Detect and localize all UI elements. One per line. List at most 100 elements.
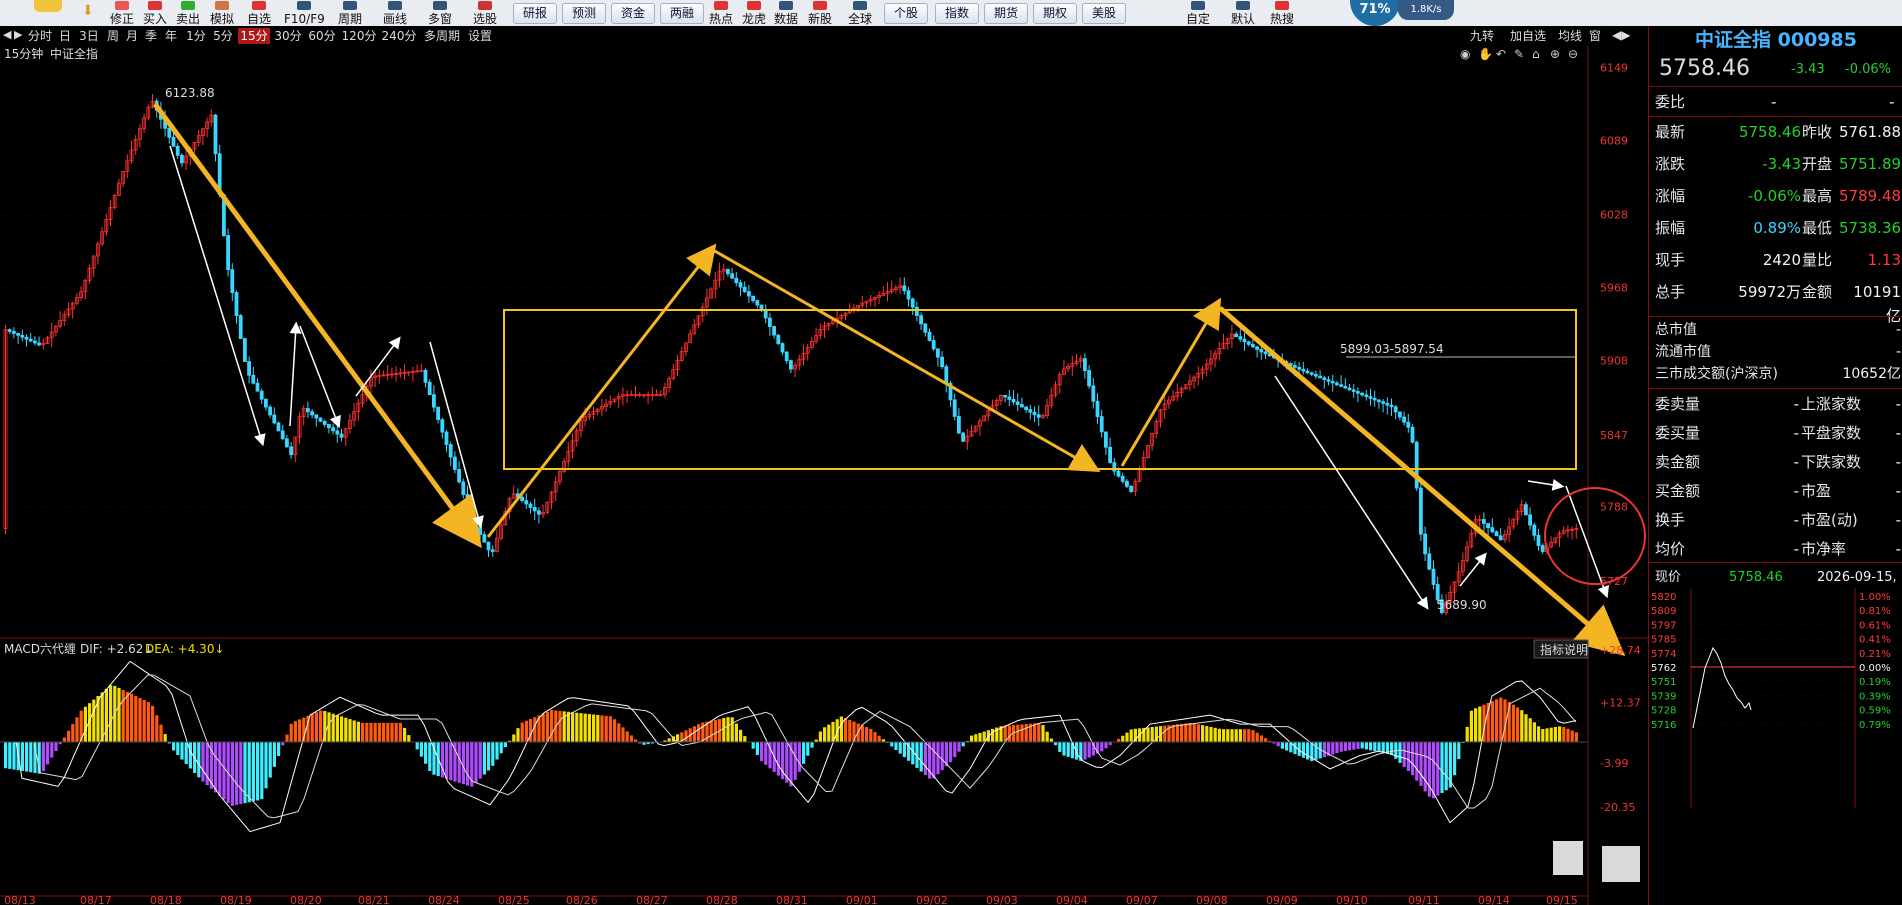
toolbar-item-label: 全球	[847, 12, 872, 26]
period-tab-1[interactable]: 日	[56, 28, 74, 44]
period-tab-11[interactable]: 60分	[306, 28, 338, 44]
period-tab-15[interactable]: 设置	[464, 28, 496, 44]
macd-bar	[894, 742, 898, 751]
macd-bar	[1537, 726, 1541, 742]
toolbar-button-4[interactable]: 个股	[884, 3, 928, 24]
home-icon[interactable]	[34, 0, 62, 12]
kline-chart[interactable]: 15分钟 中证全指 6123.88 5689.90 5899.03-5897.5…	[0, 46, 1648, 905]
close-panel-icon[interactable]: ◀▶	[1612, 28, 1630, 42]
macd-bar	[83, 706, 87, 742]
candle-body	[1024, 406, 1028, 411]
candle-body	[910, 298, 915, 308]
macd-bar	[365, 722, 369, 742]
macd-bar	[1364, 742, 1368, 750]
period-tab-0[interactable]: 分时	[25, 28, 55, 44]
macd-bar	[1301, 742, 1305, 758]
period-tab-14[interactable]: 多周期	[420, 28, 464, 44]
toolbar-item-label: 多窗	[427, 12, 452, 26]
candle-body	[175, 145, 180, 156]
macd-bar	[1444, 742, 1448, 791]
candle-body	[1314, 374, 1318, 377]
period-tab-7[interactable]: 1分	[183, 28, 209, 44]
candle-body	[310, 411, 315, 416]
macd-bar	[739, 729, 743, 742]
candle-body	[1099, 416, 1104, 433]
macd-bar	[890, 742, 894, 747]
toolbar-button-1[interactable]: 预测	[562, 3, 606, 24]
quote-label: 涨跌	[1655, 155, 1686, 173]
period-tab-4[interactable]: 月	[123, 28, 141, 44]
toolbar-button-6[interactable]: 期货	[984, 3, 1028, 24]
macd-bar	[130, 694, 134, 742]
macd-bar	[428, 742, 432, 771]
toolbar-button-3[interactable]: 两融	[660, 3, 704, 24]
stat-value: -	[1895, 424, 1901, 442]
period-tab-8[interactable]: 5分	[210, 28, 236, 44]
period-tab-9[interactable]: 15分	[238, 28, 270, 44]
macd-bar	[1474, 708, 1478, 742]
macd-bar	[310, 714, 314, 742]
period-tool-3[interactable]: 窗	[1589, 28, 1601, 44]
toolbar-button-7[interactable]: 期权	[1033, 3, 1077, 24]
date-axis-tick: 08/26	[566, 894, 598, 905]
toolbar-item-4[interactable]: 自选	[239, 1, 279, 26]
toolbar-item-label: 自选	[246, 12, 271, 26]
macd-bar	[487, 742, 491, 771]
candle-body	[1486, 523, 1490, 529]
candle-body	[747, 291, 751, 297]
period-tab-6[interactable]: 年	[161, 28, 181, 44]
macd-bar	[545, 711, 549, 742]
period-label: 15分钟	[4, 46, 43, 61]
macd-bar	[583, 713, 587, 742]
price-axis-tick: 6089	[1600, 134, 1628, 147]
macd-bar	[709, 720, 713, 742]
period-tool-1[interactable]: 加自选	[1510, 28, 1546, 44]
toolbar-item-6[interactable]: 周期	[330, 1, 370, 26]
period-tab-10[interactable]: 30分	[272, 28, 304, 44]
candle-body	[1263, 351, 1268, 355]
toolbar-item-16[interactable]: 默认	[1223, 1, 1263, 26]
toolbar-button-8[interactable]: 美股	[1082, 3, 1126, 24]
toolbar-item-13[interactable]: 新股	[800, 1, 840, 26]
macd-bar	[1163, 725, 1167, 742]
date-axis-tick: 08/18	[150, 894, 182, 905]
candle-body	[906, 290, 911, 300]
period-tool-0[interactable]: 九转	[1470, 28, 1494, 44]
quote-label: 总手	[1655, 283, 1686, 301]
date-axis-tick: 08/25	[498, 894, 530, 905]
candle-body	[1343, 385, 1348, 389]
toolbar-button-2[interactable]: 资金	[611, 3, 655, 24]
mini-intraday-chart[interactable]: 5820 1.00% 5809 0.81% 5797 0.61% 5785 0.41% 5774…	[1649, 588, 1902, 808]
period-tab-12[interactable]: 120分	[340, 28, 378, 44]
candle-body	[742, 286, 747, 293]
next-arrow-icon[interactable]: ▶	[14, 28, 22, 41]
macd-bar	[180, 742, 184, 760]
period-tool-2[interactable]: 均线	[1558, 28, 1582, 44]
candle-body	[1301, 368, 1306, 372]
macd-bar	[222, 742, 226, 800]
candle-body	[238, 315, 243, 339]
back-arrow-icon[interactable]: ⬇	[82, 4, 96, 18]
candle-body	[1246, 341, 1251, 345]
stat-label: 下跌家数	[1801, 453, 1862, 471]
toolbar-button-5[interactable]: 指数	[935, 3, 979, 24]
macd-bar	[319, 710, 323, 742]
period-tab-13[interactable]: 240分	[380, 28, 418, 44]
period-tab-2[interactable]: 3日	[75, 28, 103, 44]
macd-bar	[902, 742, 906, 758]
toolbar-item-14[interactable]: 全球	[840, 1, 880, 26]
toolbar-item-15[interactable]: 自定	[1178, 1, 1218, 26]
toolbar-item-7[interactable]: 画线	[375, 1, 415, 26]
toolbar-item-17[interactable]: 热搜	[1262, 1, 1302, 26]
toolbar-item-8[interactable]: 多窗	[420, 1, 460, 26]
toolbar-item-label: 默认	[1230, 12, 1255, 26]
toolbar-button-0[interactable]: 研报	[513, 3, 557, 24]
period-tab-3[interactable]: 周	[104, 28, 122, 44]
candle-body	[1368, 396, 1373, 399]
prev-arrow-icon[interactable]: ◀	[3, 28, 11, 41]
toolbar-item-3[interactable]: 模拟	[202, 1, 242, 26]
toolbar-item-9[interactable]: 选股	[465, 1, 505, 26]
toolbar-item-5[interactable]: F10/F9	[284, 1, 325, 26]
period-tab-5[interactable]: 季	[142, 28, 160, 44]
main-toolbar: ⬇ 修正 买入 卖出 模拟 自选 F10/F9 周期 画线 多窗 选股 热点 龙虎 数据 新股 全球 自定 默认…	[0, 0, 1902, 27]
